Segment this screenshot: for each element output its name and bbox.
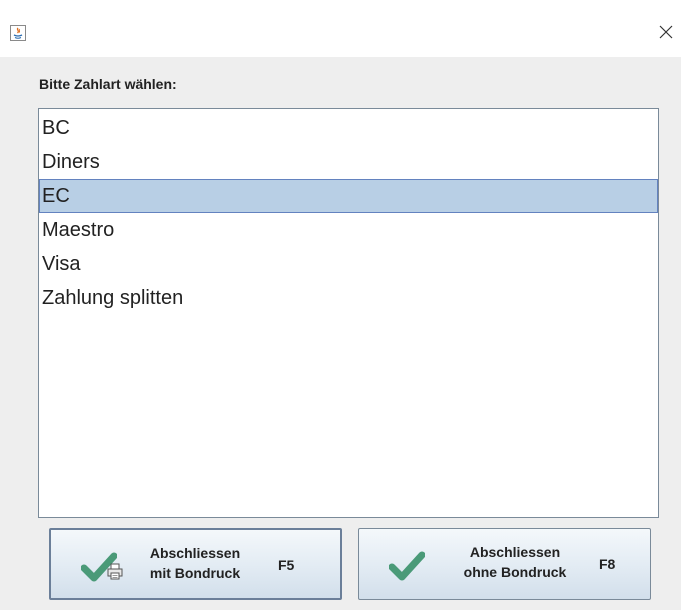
list-item-ec-selected[interactable]: EC xyxy=(39,179,658,213)
with-receipt-label-line2: mit Bondruck xyxy=(149,565,241,581)
list-item-maestro[interactable]: Maestro xyxy=(39,213,658,247)
shortcut-f8: F8 xyxy=(599,556,616,572)
with-receipt-label: Abschliessen mit Bondruck xyxy=(141,543,249,583)
without-receipt-label-line2: ohne Bondruck xyxy=(463,564,567,580)
close-icon xyxy=(659,25,673,39)
printer-icon xyxy=(107,563,123,580)
without-receipt-label: Abschliessen ohne Bondruck xyxy=(450,542,580,582)
java-app-icon xyxy=(10,25,26,41)
list-item-diners[interactable]: Diners xyxy=(39,145,658,179)
title-bar xyxy=(0,0,681,57)
list-item-zahlung-splitten[interactable]: Zahlung splitten xyxy=(39,281,658,315)
payment-prompt-label: Bitte Zahlart wählen: xyxy=(39,76,177,92)
checkmark-icon xyxy=(389,551,425,581)
close-without-receipt-button[interactable]: Abschliessen ohne Bondruck F8 xyxy=(358,528,651,600)
without-receipt-label-line1: Abschliessen xyxy=(469,544,561,560)
close-with-receipt-button[interactable]: Abschliessen mit Bondruck F5 xyxy=(49,528,342,600)
with-receipt-label-line1: Abschliessen xyxy=(149,545,241,561)
list-item-bc[interactable]: BC xyxy=(39,111,658,145)
payment-method-list[interactable]: BC Diners EC Maestro Visa Zahlung splitt… xyxy=(38,108,659,518)
shortcut-f5: F5 xyxy=(278,557,295,573)
list-item-visa[interactable]: Visa xyxy=(39,247,658,281)
close-button[interactable] xyxy=(651,16,681,48)
dialog-content: Bitte Zahlart wählen: BC Diners EC Maest… xyxy=(0,57,681,610)
